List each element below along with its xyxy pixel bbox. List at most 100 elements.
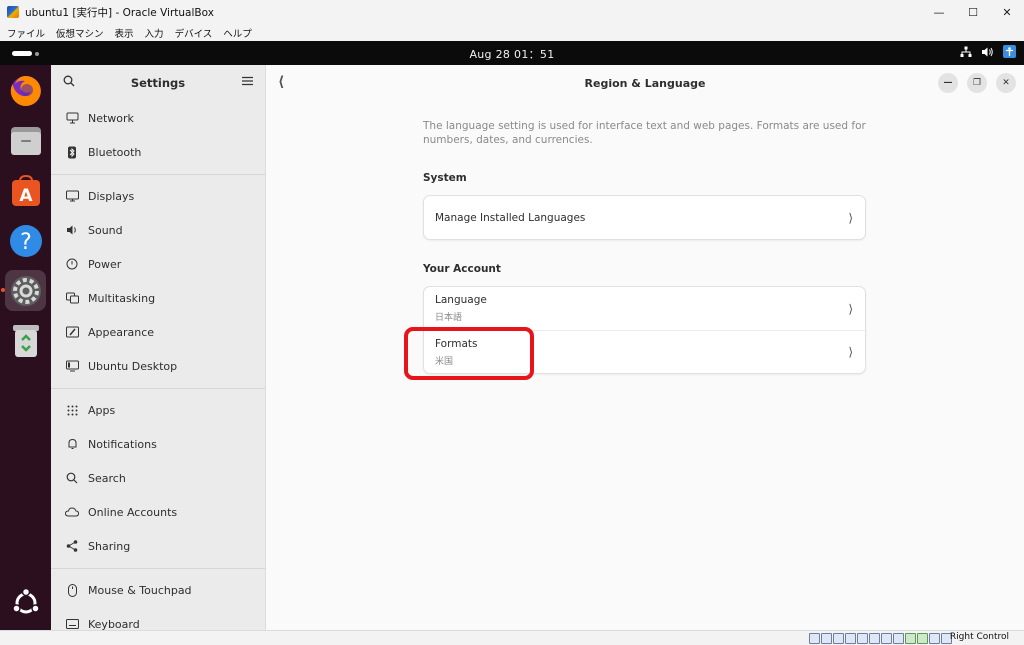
- close-icon[interactable]: ✕: [996, 73, 1016, 93]
- apps-icon: [65, 403, 79, 417]
- sidebar-item-ubuntu-desktop[interactable]: Ubuntu Desktop: [51, 349, 265, 383]
- sidebar-item-online-accounts[interactable]: Online Accounts: [51, 495, 265, 529]
- vbox-status-bar: Right Control: [0, 630, 1024, 645]
- bell-icon: [65, 437, 79, 451]
- sidebar-item-displays[interactable]: Displays: [51, 179, 265, 213]
- sidebar-item-network[interactable]: Network: [51, 101, 265, 135]
- virtualbox-logo-icon: [7, 6, 19, 18]
- chevron-right-icon: ⟩: [848, 301, 853, 316]
- optical-drive-icon[interactable]: [821, 633, 832, 644]
- trash-icon: [12, 324, 39, 357]
- sidebar-item-sharing[interactable]: Sharing: [51, 529, 265, 563]
- page-title: Region & Language: [584, 76, 706, 90]
- gnome-top-bar: Aug 28 01：51: [0, 41, 1024, 65]
- display-icon: [65, 189, 79, 203]
- restore-icon[interactable]: ❐: [967, 73, 987, 93]
- settings-sidebar: Settings Network Bluetooth Displays Soun…: [51, 65, 266, 630]
- power-icon: [65, 257, 79, 271]
- sidebar-item-label: Appearance: [88, 325, 155, 339]
- sidebar-item-sound[interactable]: Sound: [51, 213, 265, 247]
- formats-row[interactable]: Formats 米国 ⟩: [424, 330, 865, 373]
- back-chevron-icon[interactable]: ⟨: [278, 74, 284, 90]
- audio-icon[interactable]: [833, 633, 844, 644]
- system-section-heading: System: [423, 172, 467, 184]
- sidebar-item-label: Notifications: [88, 437, 157, 451]
- vbox-window-title: ubuntu1 [実行中] - Oracle VirtualBox: [25, 6, 214, 19]
- sidebar-item-search[interactable]: Search: [51, 461, 265, 495]
- accessibility-icon: [1003, 45, 1016, 58]
- system-card: Manage Installed Languages ⟩: [423, 195, 866, 240]
- recording-icon[interactable]: [893, 633, 904, 644]
- vbox-menu-bar: ファイル 仮想マシン 表示 入力 デバイス ヘルプ: [0, 24, 1024, 41]
- menu-view[interactable]: 表示: [115, 26, 134, 40]
- sidebar-item-bluetooth[interactable]: Bluetooth: [51, 135, 265, 169]
- menu-machine[interactable]: 仮想マシン: [56, 26, 104, 40]
- clock[interactable]: Aug 28 01：51: [0, 46, 1024, 62]
- mouse-integration-icon[interactable]: [929, 633, 940, 644]
- hamburger-menu-icon[interactable]: [242, 75, 253, 89]
- sidebar-item-label: Online Accounts: [88, 505, 178, 519]
- shared-folder-icon[interactable]: [869, 633, 880, 644]
- sidebar-divider: [51, 174, 265, 175]
- dock-help[interactable]: ?: [5, 220, 46, 261]
- display-status-icon[interactable]: [881, 633, 892, 644]
- language-value: 日本語: [435, 313, 463, 323]
- menu-file[interactable]: ファイル: [7, 26, 45, 40]
- close-icon[interactable]: ✕: [990, 0, 1024, 24]
- region-language-content: The language setting is used for interfa…: [423, 119, 866, 374]
- minimize-icon[interactable]: —: [938, 73, 958, 93]
- dock-app-center[interactable]: A: [5, 170, 46, 211]
- settings-main-panel: ⟨ Region & Language — ❐ ✕ The language s…: [266, 65, 1024, 630]
- sidebar-item-label: Ubuntu Desktop: [88, 359, 178, 373]
- search-icon: [65, 471, 79, 485]
- dock-show-apps[interactable]: [5, 582, 46, 623]
- network-wired-icon: [960, 46, 972, 58]
- chevron-right-icon: ⟩: [848, 210, 853, 225]
- menu-help[interactable]: ヘルプ: [223, 26, 252, 40]
- sidebar-item-apps[interactable]: Apps: [51, 393, 265, 427]
- cloud-icon: [65, 505, 79, 519]
- sidebar-divider: [51, 388, 265, 389]
- sidebar-item-label: Power: [88, 257, 122, 271]
- usb-icon[interactable]: [857, 633, 868, 644]
- formats-label: Formats: [435, 337, 478, 350]
- dock-files[interactable]: [5, 120, 46, 161]
- vbox-window-controls: — ☐ ✕: [922, 0, 1024, 24]
- sidebar-item-keyboard[interactable]: Keyboard: [51, 607, 265, 630]
- system-tray[interactable]: [960, 45, 1016, 58]
- language-row[interactable]: Language 日本語 ⟩: [424, 287, 865, 330]
- sidebar-item-label: Network: [88, 111, 134, 125]
- sidebar-nav: Network Bluetooth Displays Sound Power M…: [51, 101, 265, 630]
- share-icon: [65, 539, 79, 553]
- dock-trash[interactable]: [5, 320, 46, 361]
- sidebar-divider: [51, 568, 265, 569]
- network-adapter-icon[interactable]: [845, 633, 856, 644]
- sidebar-item-mouse-touchpad[interactable]: Mouse & Touchpad: [51, 573, 265, 607]
- maximize-icon[interactable]: ☐: [956, 0, 990, 24]
- guest-additions-icon[interactable]: [917, 633, 928, 644]
- sidebar-item-appearance[interactable]: Appearance: [51, 315, 265, 349]
- sidebar-item-label: Keyboard: [88, 617, 140, 631]
- dock-settings[interactable]: [5, 270, 46, 311]
- search-icon[interactable]: [63, 75, 75, 90]
- menu-input[interactable]: 入力: [145, 26, 164, 40]
- multitasking-icon: [65, 291, 79, 305]
- menu-devices[interactable]: デバイス: [175, 26, 213, 40]
- sidebar-item-power[interactable]: Power: [51, 247, 265, 281]
- your-account-section-heading: Your Account: [423, 263, 501, 275]
- cpu-activity-icon[interactable]: [905, 633, 916, 644]
- files-icon: [10, 126, 41, 155]
- firefox-icon: [10, 75, 41, 106]
- sidebar-item-multitasking[interactable]: Multitasking: [51, 281, 265, 315]
- appearance-icon: [65, 325, 79, 339]
- vbox-title-bar: ubuntu1 [実行中] - Oracle VirtualBox — ☐ ✕: [0, 0, 1024, 24]
- page-description: The language setting is used for interfa…: [423, 120, 866, 146]
- storage-icon[interactable]: [809, 633, 820, 644]
- minimize-icon[interactable]: —: [922, 0, 956, 24]
- dock-firefox[interactable]: [5, 70, 46, 111]
- sound-icon: [65, 223, 79, 237]
- window-controls: — ❐ ✕: [938, 73, 1016, 93]
- app-center-icon: A: [11, 174, 40, 206]
- manage-installed-languages-row[interactable]: Manage Installed Languages ⟩: [424, 196, 865, 239]
- sidebar-item-notifications[interactable]: Notifications: [51, 427, 265, 461]
